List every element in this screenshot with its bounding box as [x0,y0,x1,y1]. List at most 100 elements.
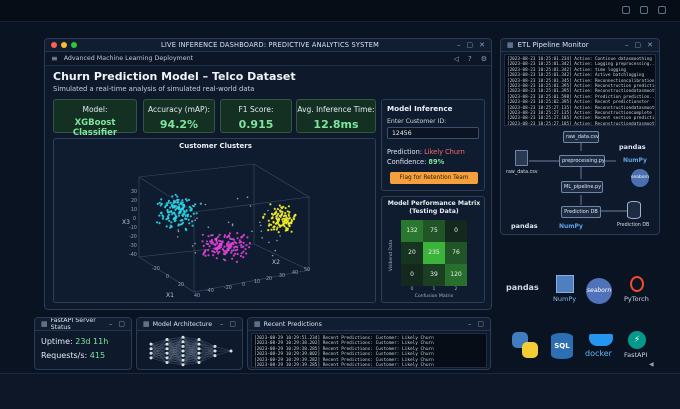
window-maximize-icon[interactable]: ▢ [467,41,474,49]
raw-file-label: raw_data.csv [506,170,538,175]
close-dot-icon[interactable] [51,42,57,48]
scatter-point [179,202,182,205]
fastapi-titlebar: ▦ FastAPI Server Status – ▢ [35,318,131,331]
uptime-line: Uptime: 23d 11h [41,337,108,346]
minimize-icon[interactable] [622,6,630,14]
scatter-point [174,213,177,216]
metric-label: Accuracy (mAP): [148,105,210,114]
matrix-col-tick: 1 [432,287,436,292]
scatter-point [156,202,159,205]
etl-minimize-icon[interactable]: – [625,41,629,49]
scatter-point [187,198,191,201]
x2-tick: 40 [292,270,298,276]
window-close-icon[interactable]: ✕ [479,41,485,49]
scatter-point-noise [227,221,230,224]
metric-value: 94.2% [159,118,199,131]
etl-node-prediction-db[interactable]: Prediction DB [561,206,601,218]
scatter-point [242,256,245,259]
requests-label: Requests/s: [41,351,88,360]
scatter-point [225,249,228,253]
axis-label-x2: X2 [272,259,280,266]
scatter-point-noise [230,238,233,240]
scatter-point [231,257,234,260]
window-minimize-icon[interactable]: – [457,41,461,49]
scatter-point [277,212,280,215]
nn-node [197,361,201,364]
flag-retention-button[interactable]: Flag for Retention Team [390,172,478,184]
x3-tick: 0 [133,216,136,222]
matrix-cell: 75 [423,220,445,242]
nn-node [181,363,185,367]
matrix-cell: 0 [445,220,467,242]
nn-node [149,351,153,355]
hamburger-menu-icon[interactable]: ≡ [51,54,58,63]
close-icon[interactable] [658,6,666,14]
scatter-point [277,218,280,221]
fastapi-title: FastAPI Server Status [50,317,96,331]
cluster-3d-plot[interactable]: X3 X1 X2 30 20 10 0 -10 -20 -30 -40 -20 … [54,152,377,302]
confusion-matrix-grid: 132 75 0 20 235 76 0 39 120 [401,220,467,286]
fastapi-maximize-icon[interactable]: ▢ [118,320,125,328]
pandas-logo: pandas [506,283,539,292]
scatter-point [170,204,173,207]
scatter-point [166,209,169,212]
matrix-col-tick: 0 [410,287,414,292]
speaker-tray-icon[interactable]: ◀ [649,361,654,368]
metric-value: 0.915 [238,118,274,131]
scatter-point [234,249,237,252]
scatter-point [276,208,279,211]
scatter-point-noise [261,237,263,239]
docker-logo-label: docker [585,349,612,358]
maximize-icon[interactable] [640,6,648,14]
scatter-point [246,236,249,239]
predictions-log-console[interactable]: [2023-08-29 10:29:51.234] Recent Predict… [251,333,487,368]
scatter-point [191,220,194,223]
scatter-point-noise [276,239,278,242]
etl-node-preprocessing[interactable]: preprocessing.py [559,155,605,167]
scatter-point-noise [267,209,269,212]
matrix-title-line1: Model Performance Matrix [387,200,481,207]
scatter-point [203,251,206,254]
nn-node [213,344,217,348]
scatter-point [214,243,217,246]
scatter-point [272,220,275,223]
predictions-titlebar: ▦ Recent Predictions – ▢ [248,318,490,331]
scatter-point [287,214,291,217]
menu-bar: ≡ Advanced Machine Learning Deployment ◁… [45,52,491,66]
scatter-point [179,219,182,222]
x2-tick: 10 [254,279,260,285]
architecture-minimize-icon[interactable]: – [220,320,224,328]
scatter-point [208,245,211,248]
etl-node-ml-pipeline[interactable]: ML_pipeline.py [561,181,603,193]
nn-node [229,349,233,353]
scatter-point [204,254,207,257]
scatter-point [236,232,239,235]
scatter-point [170,225,173,228]
nn-node [213,349,217,353]
axis-label-x1: X1 [166,292,174,299]
scatter-point [281,220,285,223]
menu-label: Advanced Machine Learning Deployment [63,55,194,62]
settings-gear-icon[interactable]: ⚙ [481,55,487,63]
etl-maximize-icon[interactable]: ▢ [635,41,642,49]
scatter-point [174,193,177,196]
fastapi-logo-label: FastAPI [624,351,648,359]
scatter-point [287,205,290,208]
speaker-icon[interactable]: ◁ [454,55,459,63]
etl-close-icon[interactable]: ✕ [647,41,653,49]
etl-node-raw-csv[interactable]: raw_data.csv [563,131,599,143]
architecture-maximize-icon[interactable]: ▢ [229,320,236,328]
minimize-dot-icon[interactable] [61,42,67,48]
help-icon[interactable]: ? [468,55,472,63]
model-architecture-window: ▦ Model Architecture – ▢ [136,317,243,370]
customer-id-input[interactable]: 12456 [387,127,479,139]
nn-node [181,344,185,348]
zoom-dot-icon[interactable] [71,42,77,48]
predictions-maximize-icon[interactable]: ▢ [477,320,484,328]
fastapi-minimize-icon[interactable]: – [109,320,113,328]
metric-card-model: Model: XGBoost Classifier [53,99,137,138]
prediction-value: Likely Churn [424,148,465,156]
predictions-minimize-icon[interactable]: – [468,320,472,328]
etl-log-console[interactable]: [2023-08-23 10:25:01.234] Active: Contin… [504,54,656,126]
scatter-point [184,217,187,220]
